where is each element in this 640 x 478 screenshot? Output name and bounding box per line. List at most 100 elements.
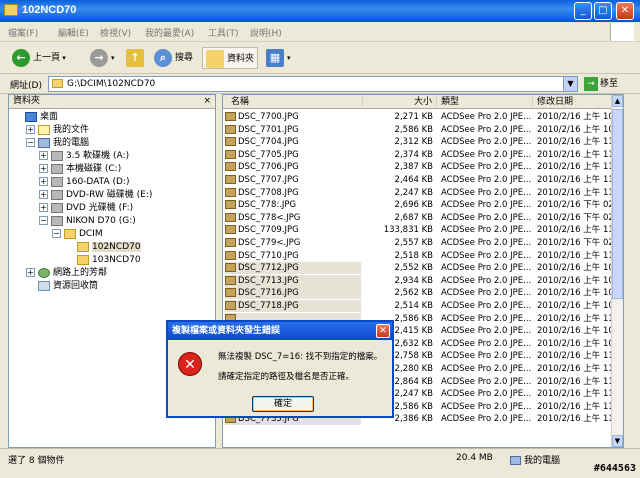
expand-icon[interactable]: +: [39, 164, 48, 173]
file-row[interactable]: DSC_7712.JPG 2,552 KB ACDSee Pro 2.0 JPE..…: [223, 262, 613, 275]
tree-item-label: DCIM: [79, 229, 103, 239]
maximize-button[interactable]: □: [594, 2, 612, 20]
file-type: ACDSee Pro 2.0 JPE...: [441, 351, 532, 362]
file-name: DSC_778<.JPG: [238, 212, 301, 223]
folder-pane-title: 資料夾: [13, 96, 41, 106]
chevron-down-icon[interactable]: ▼: [563, 77, 577, 91]
ok-button[interactable]: 確定: [252, 396, 314, 412]
menu-file[interactable]: 檔案(F): [8, 26, 38, 39]
scroll-up-icon[interactable]: ▲: [612, 95, 623, 107]
column-date[interactable]: 修改日期: [533, 96, 613, 109]
collapse-icon[interactable]: −: [26, 138, 35, 147]
jpg-file-icon: [225, 212, 236, 222]
file-row[interactable]: DSC_7704.JPG 2,312 KB ACDSee Pro 2.0 JPE..…: [223, 136, 613, 148]
tree-item[interactable]: + 網路上的芳鄰: [26, 267, 107, 280]
file-row[interactable]: DSC_778:.JPG 2,696 KB ACDSee Pro 2.0 JPE..…: [223, 199, 613, 211]
tree-item[interactable]: 102NCD70: [65, 241, 141, 254]
forward-button[interactable]: → ▾: [90, 47, 115, 69]
tree-item[interactable]: +3.5 軟碟機 (A:): [39, 150, 129, 163]
menu-favorites[interactable]: 我的最愛(A): [145, 26, 194, 39]
file-row[interactable]: DSC_7700.JPG 2,271 KB ACDSee Pro 2.0 JPE..…: [223, 111, 613, 123]
column-name[interactable]: 名稱: [223, 96, 363, 109]
collapse-icon[interactable]: −: [39, 216, 48, 225]
minimize-button[interactable]: _: [574, 2, 592, 20]
file-row[interactable]: DSC_779<.JPG 2,557 KB ACDSee Pro 2.0 JPE..…: [223, 237, 613, 249]
tree-item[interactable]: + DVD-RW 磁碟機 (E:): [39, 189, 152, 202]
folders-button[interactable]: 資料夾: [202, 47, 259, 69]
dialog-close-button[interactable]: ✕: [376, 324, 390, 338]
status-location-label: 我的電腦: [524, 456, 561, 466]
file-type: ACDSee Pro 2.0 JPE...: [441, 162, 532, 173]
scroll-thumb[interactable]: [612, 109, 623, 299]
file-name: DSC_7708.JPG: [238, 187, 299, 198]
file-type: ACDSee Pro 2.0 JPE...: [441, 238, 532, 248]
tree-item[interactable]: +160-DATA (D:): [39, 176, 129, 189]
tree-item[interactable]: 資源回收筒: [26, 280, 98, 293]
column-headers: 名稱 大小 類型 修改日期: [223, 95, 613, 109]
file-row[interactable]: DSC_7709.JPG 133,831 KB ACDSee Pro 2.0 JPE…: [223, 224, 613, 236]
back-button[interactable]: ← 上一頁 ▾: [12, 47, 66, 69]
menu-view[interactable]: 檢視(V): [100, 26, 131, 39]
file-row[interactable]: DSC_7716.JPG 2,562 KB ACDSee Pro 2.0 JPE..…: [223, 287, 613, 300]
file-date: 2010/2/16 上午 11:1: [537, 376, 613, 387]
tree-item[interactable]: + DVD 光碟機 (F:): [39, 202, 133, 215]
address-label: 網址(D): [10, 81, 42, 91]
jpg-file-icon: [225, 149, 236, 159]
file-name-cell: DSC_778:.JPG: [225, 199, 361, 211]
file-row[interactable]: DSC_778<.JPG 2,687 KB ACDSee Pro 2.0 JPE..…: [223, 212, 613, 224]
file-size: 133,831 KB: [383, 225, 433, 236]
tree-item[interactable]: − DCIM: [52, 228, 103, 241]
expand-icon[interactable]: +: [39, 190, 48, 199]
column-size[interactable]: 大小: [363, 96, 437, 109]
jpg-file-icon: [225, 275, 236, 285]
column-type[interactable]: 類型: [437, 96, 533, 109]
expand-icon[interactable]: +: [39, 151, 48, 160]
tree-item[interactable]: 桌面: [13, 111, 58, 124]
file-row[interactable]: DSC_7718.JPG 2,514 KB ACDSee Pro 2.0 JPE..…: [223, 300, 613, 312]
file-row[interactable]: DSC_7706.JPG 2,387 KB ACDSee Pro 2.0 JPE..…: [223, 161, 613, 173]
tree-item[interactable]: + 本機磁碟 (C:): [39, 163, 121, 176]
collapse-icon[interactable]: −: [52, 229, 61, 238]
forward-arrow-icon: →: [90, 48, 108, 67]
jpg-file-icon: [225, 301, 236, 310]
tree-item[interactable]: + 我的文件: [26, 124, 89, 137]
file-type: ACDSee Pro 2.0 JPE...: [441, 175, 532, 185]
up-folder-button[interactable]: ↑: [126, 47, 147, 69]
go-button[interactable]: → 移至: [584, 76, 634, 92]
address-bar: 網址(D) G:\DCIM\102NCD70 ▼ → 移至: [0, 74, 640, 94]
file-row[interactable]: DSC_7705.JPG 2,374 KB ACDSee Pro 2.0 JPE..…: [223, 149, 613, 161]
jpg-file-icon: [225, 225, 236, 235]
file-row[interactable]: DSC_7707.JPG 2,464 KB ACDSee Pro 2.0 JPE..…: [223, 174, 613, 186]
menu-edit[interactable]: 編輯(E): [58, 26, 89, 39]
file-type: ACDSee Pro 2.0 JPE...: [441, 401, 532, 412]
views-button[interactable]: ▦ ▾: [266, 47, 291, 69]
tree-item[interactable]: 103NCD70: [65, 254, 141, 267]
tree-item[interactable]: − NIKON D70 (G:): [39, 215, 136, 228]
file-name-cell: DSC_7709.JPG: [225, 224, 361, 236]
file-name: DSC_7712.JPG: [238, 263, 299, 274]
file-size: 2,374 KB: [394, 149, 433, 160]
jpg-file-icon: [225, 187, 236, 197]
expand-icon[interactable]: +: [39, 177, 48, 186]
file-row[interactable]: DSC_7713.JPG 2,934 KB ACDSee Pro 2.0 JPE..…: [223, 274, 613, 287]
expand-icon[interactable]: +: [26, 268, 35, 277]
folders-icon: [206, 49, 224, 68]
file-type: ACDSee Pro 2.0 JPE...: [441, 389, 532, 400]
tree-item[interactable]: − 我的電腦: [26, 137, 89, 150]
search-button[interactable]: ⌕ 搜尋: [154, 47, 193, 69]
menu-help[interactable]: 說明(H): [250, 26, 282, 39]
file-type: ACDSee Pro 2.0 JPE...: [441, 338, 532, 349]
file-row[interactable]: DSC_7708.JPG 2,247 KB ACDSee Pro 2.0 JPE..…: [223, 187, 613, 199]
vertical-scrollbar[interactable]: ▲ ▼: [611, 95, 623, 447]
close-icon[interactable]: ×: [203, 95, 211, 108]
file-name-cell: DSC_7706.JPG: [225, 161, 361, 173]
file-row[interactable]: DSC_7710.JPG 2,518 KB ACDSee Pro 2.0 JPE..…: [223, 250, 613, 262]
file-row[interactable]: DSC_7701.JPG 2,586 KB ACDSee Pro 2.0 JPE..…: [223, 124, 613, 136]
expand-icon[interactable]: +: [39, 203, 48, 212]
scroll-down-icon[interactable]: ▼: [612, 435, 623, 447]
network-icon: [38, 267, 50, 278]
address-input[interactable]: G:\DCIM\102NCD70 ▼: [48, 76, 578, 92]
expand-icon[interactable]: +: [26, 125, 35, 134]
menu-tools[interactable]: 工具(T): [208, 26, 239, 39]
close-button[interactable]: ✕: [616, 2, 634, 20]
